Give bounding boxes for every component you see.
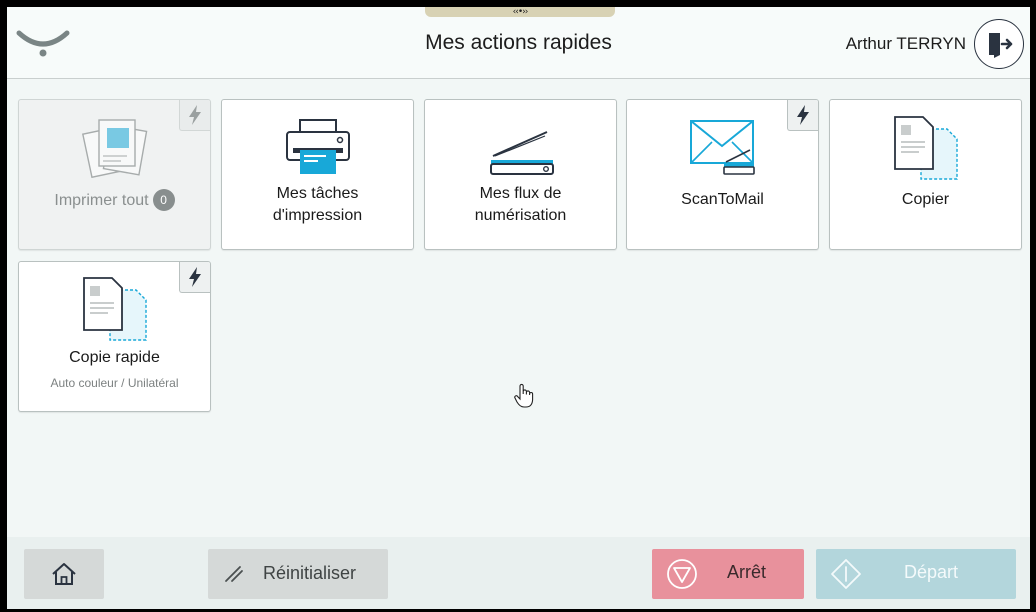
label-line-2: numérisation: [474, 207, 567, 224]
print-all-text: Imprimer tout: [54, 192, 149, 209]
home-button[interactable]: [24, 549, 104, 599]
tile-quick-copy-label: Copie rapide: [69, 349, 160, 366]
reset-icon: [225, 566, 243, 582]
stop-label: Arrêt: [727, 562, 767, 582]
tile-my-print-jobs-label: Mes tâches d'impression: [222, 183, 413, 227]
stop-button[interactable]: Arrêt: [652, 549, 804, 599]
lightning-icon: [189, 267, 201, 287]
scan-to-mail-icon: [689, 120, 755, 175]
scanner-icon: [489, 131, 554, 175]
home-icon: [52, 563, 76, 585]
lightning-icon: [797, 105, 809, 125]
screen: Mes actions rapides Arthur TERRYN ‹‹•›› …: [7, 7, 1030, 609]
user-name: Arthur TERRYN: [845, 34, 966, 53]
tile-my-scan-flows-label: Mes flux de numérisation: [425, 183, 616, 227]
tile-quick-copy-sublabel: Auto couleur / Unilatéral: [50, 376, 179, 390]
tile-print-all-label: Imprimer tout 0: [19, 189, 210, 212]
tile-my-scan-flows[interactable]: Mes flux de numérisation: [424, 99, 617, 250]
lightning-icon: [189, 105, 201, 125]
print-all-icon: [81, 119, 147, 178]
quick-copy-icon: [82, 277, 147, 341]
footer-bar: Réinitialiser Arrêt Départ: [7, 537, 1030, 609]
printer-icon: [285, 119, 350, 174]
quick-action-flash: [787, 100, 818, 131]
tile-quick-copy[interactable]: Copie rapide Auto couleur / Unilatéral: [18, 261, 211, 412]
logout-icon: [989, 33, 1013, 58]
tile-scan-to-mail[interactable]: ScanToMail: [626, 99, 819, 250]
copy-icon: [893, 116, 958, 180]
reset-button[interactable]: Réinitialiser: [208, 549, 388, 599]
header: Mes actions rapides Arthur TERRYN: [7, 7, 1030, 79]
label-line-2: d'impression: [272, 207, 363, 224]
stop-icon: [667, 559, 697, 589]
hand-cursor-icon: [514, 383, 534, 408]
top-drag-handle[interactable]: ‹‹•››: [425, 7, 615, 17]
tile-print-all[interactable]: Imprimer tout 0: [18, 99, 211, 250]
job-count-badge: 0: [152, 189, 175, 211]
label-line-1: Mes tâches: [276, 185, 359, 202]
tile-copy-label: Copier: [901, 191, 950, 208]
tile-my-print-jobs[interactable]: Mes tâches d'impression: [221, 99, 414, 250]
start-icon: [831, 559, 861, 589]
quick-action-flash: [179, 262, 210, 293]
start-label: Départ: [904, 562, 959, 582]
tile-scan-to-mail-label: ScanToMail: [681, 191, 764, 208]
tile-copy[interactable]: Copier: [829, 99, 1022, 250]
logout-button[interactable]: [974, 19, 1024, 69]
label-line-1: Mes flux de: [479, 185, 562, 202]
quick-action-flash: [179, 100, 210, 131]
handle-dots-icon: ‹‹•››: [512, 7, 529, 17]
start-button[interactable]: Départ: [816, 549, 1016, 599]
reset-label: Réinitialiser: [263, 563, 357, 583]
